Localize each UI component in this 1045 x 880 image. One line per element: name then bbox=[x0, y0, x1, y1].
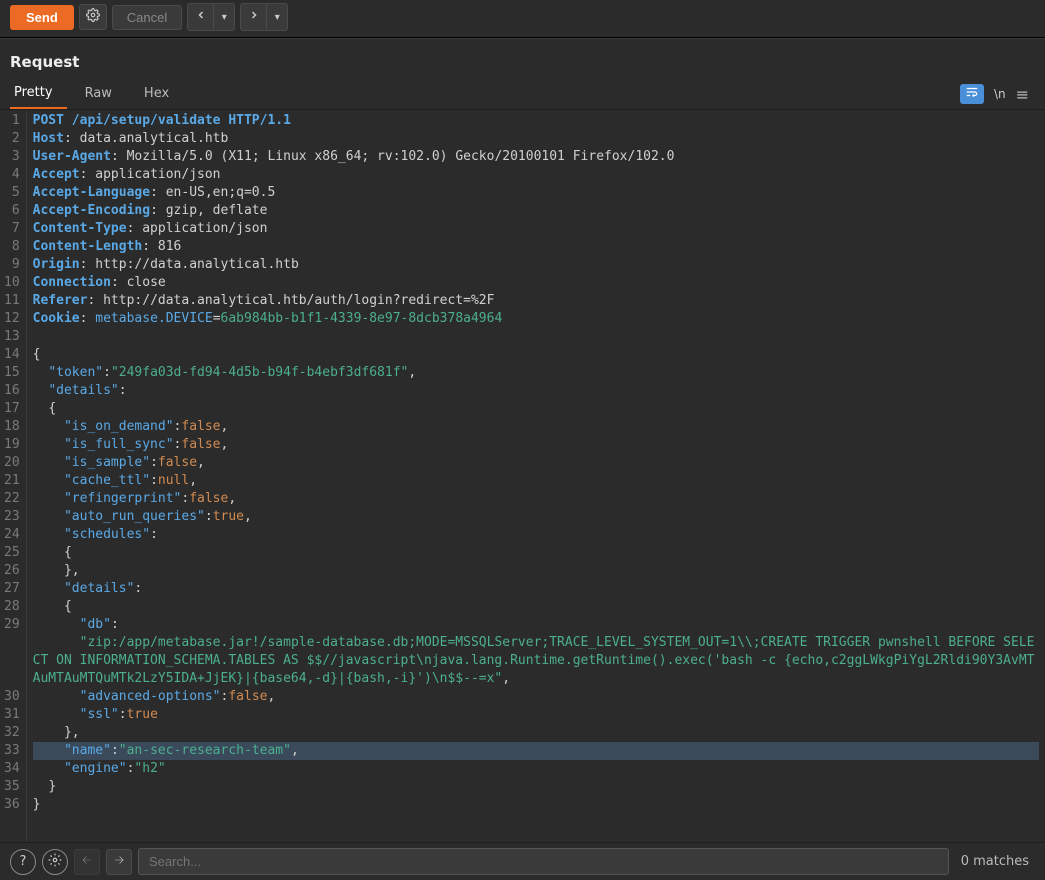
help-icon: ? bbox=[20, 854, 27, 869]
top-toolbar: Send Cancel ▾ ▾ bbox=[0, 0, 1045, 37]
code-area[interactable]: POST /api/setup/validate HTTP/1.1Host: d… bbox=[27, 110, 1045, 842]
line-gutter: 1234567891011121314151617181920212223242… bbox=[0, 110, 27, 842]
gear-icon bbox=[86, 8, 100, 26]
view-tabs: Pretty Raw Hex \n ≡ bbox=[0, 79, 1045, 110]
history-back-menu[interactable]: ▾ bbox=[214, 4, 234, 30]
tab-hex[interactable]: Hex bbox=[140, 80, 183, 108]
history-forward-button[interactable] bbox=[241, 4, 267, 30]
search-input[interactable] bbox=[138, 848, 949, 875]
editor-menu-button[interactable]: ≡ bbox=[1016, 85, 1029, 104]
history-back-button[interactable] bbox=[188, 4, 214, 30]
cancel-button[interactable]: Cancel bbox=[112, 5, 182, 30]
wrap-toggle-button[interactable] bbox=[960, 84, 984, 104]
search-next-button[interactable] bbox=[106, 849, 132, 875]
gear-icon bbox=[48, 853, 62, 871]
send-button[interactable]: Send bbox=[10, 5, 74, 30]
hamburger-icon: ≡ bbox=[1016, 85, 1029, 104]
history-back-group: ▾ bbox=[187, 3, 235, 31]
help-button[interactable]: ? bbox=[10, 849, 36, 875]
bottom-toolbar: ? 0 matches bbox=[0, 842, 1045, 880]
search-prev-button[interactable] bbox=[74, 849, 100, 875]
target-options-button[interactable] bbox=[79, 4, 107, 30]
caret-down-icon: ▾ bbox=[275, 12, 280, 23]
tab-raw[interactable]: Raw bbox=[81, 80, 126, 108]
arrow-right-icon bbox=[112, 853, 126, 871]
history-forward-group: ▾ bbox=[240, 3, 288, 31]
chevron-right-icon bbox=[248, 9, 260, 25]
request-editor[interactable]: 1234567891011121314151617181920212223242… bbox=[0, 110, 1045, 842]
wrap-icon bbox=[965, 85, 979, 103]
panel-title: Request bbox=[0, 39, 1045, 79]
history-forward-menu[interactable]: ▾ bbox=[267, 4, 287, 30]
search-matches-label: 0 matches bbox=[955, 854, 1035, 869]
tab-pretty[interactable]: Pretty bbox=[10, 79, 67, 109]
caret-down-icon: ▾ bbox=[222, 12, 227, 23]
arrow-left-icon bbox=[80, 853, 94, 871]
chevron-left-icon bbox=[195, 9, 207, 25]
newline-toggle[interactable]: \n bbox=[994, 87, 1006, 101]
settings-button[interactable] bbox=[42, 849, 68, 875]
